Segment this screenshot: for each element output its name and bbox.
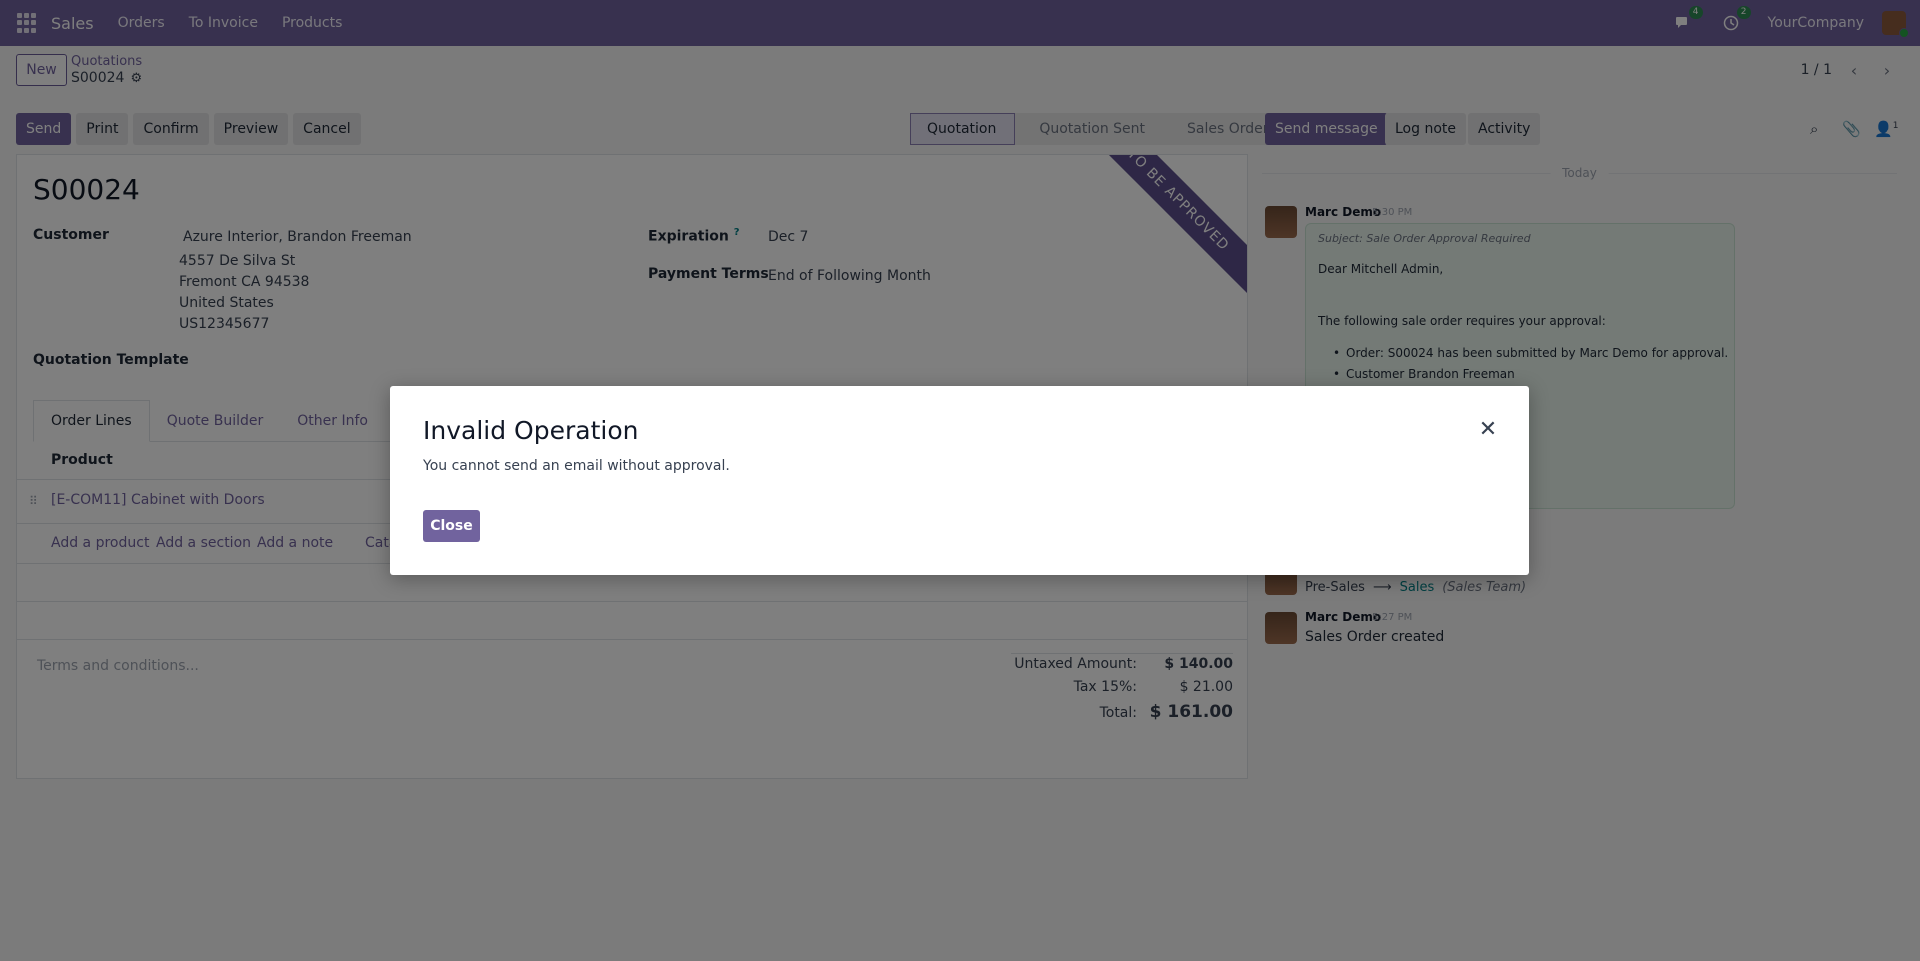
dialog-title: Invalid Operation — [423, 416, 639, 445]
dialog-message: You cannot send an email without approva… — [423, 458, 730, 474]
close-icon[interactable]: ✕ — [1477, 417, 1499, 442]
close-button[interactable]: Close — [423, 510, 480, 542]
invalid-operation-dialog: Invalid Operation ✕ You cannot send an e… — [390, 386, 1529, 575]
